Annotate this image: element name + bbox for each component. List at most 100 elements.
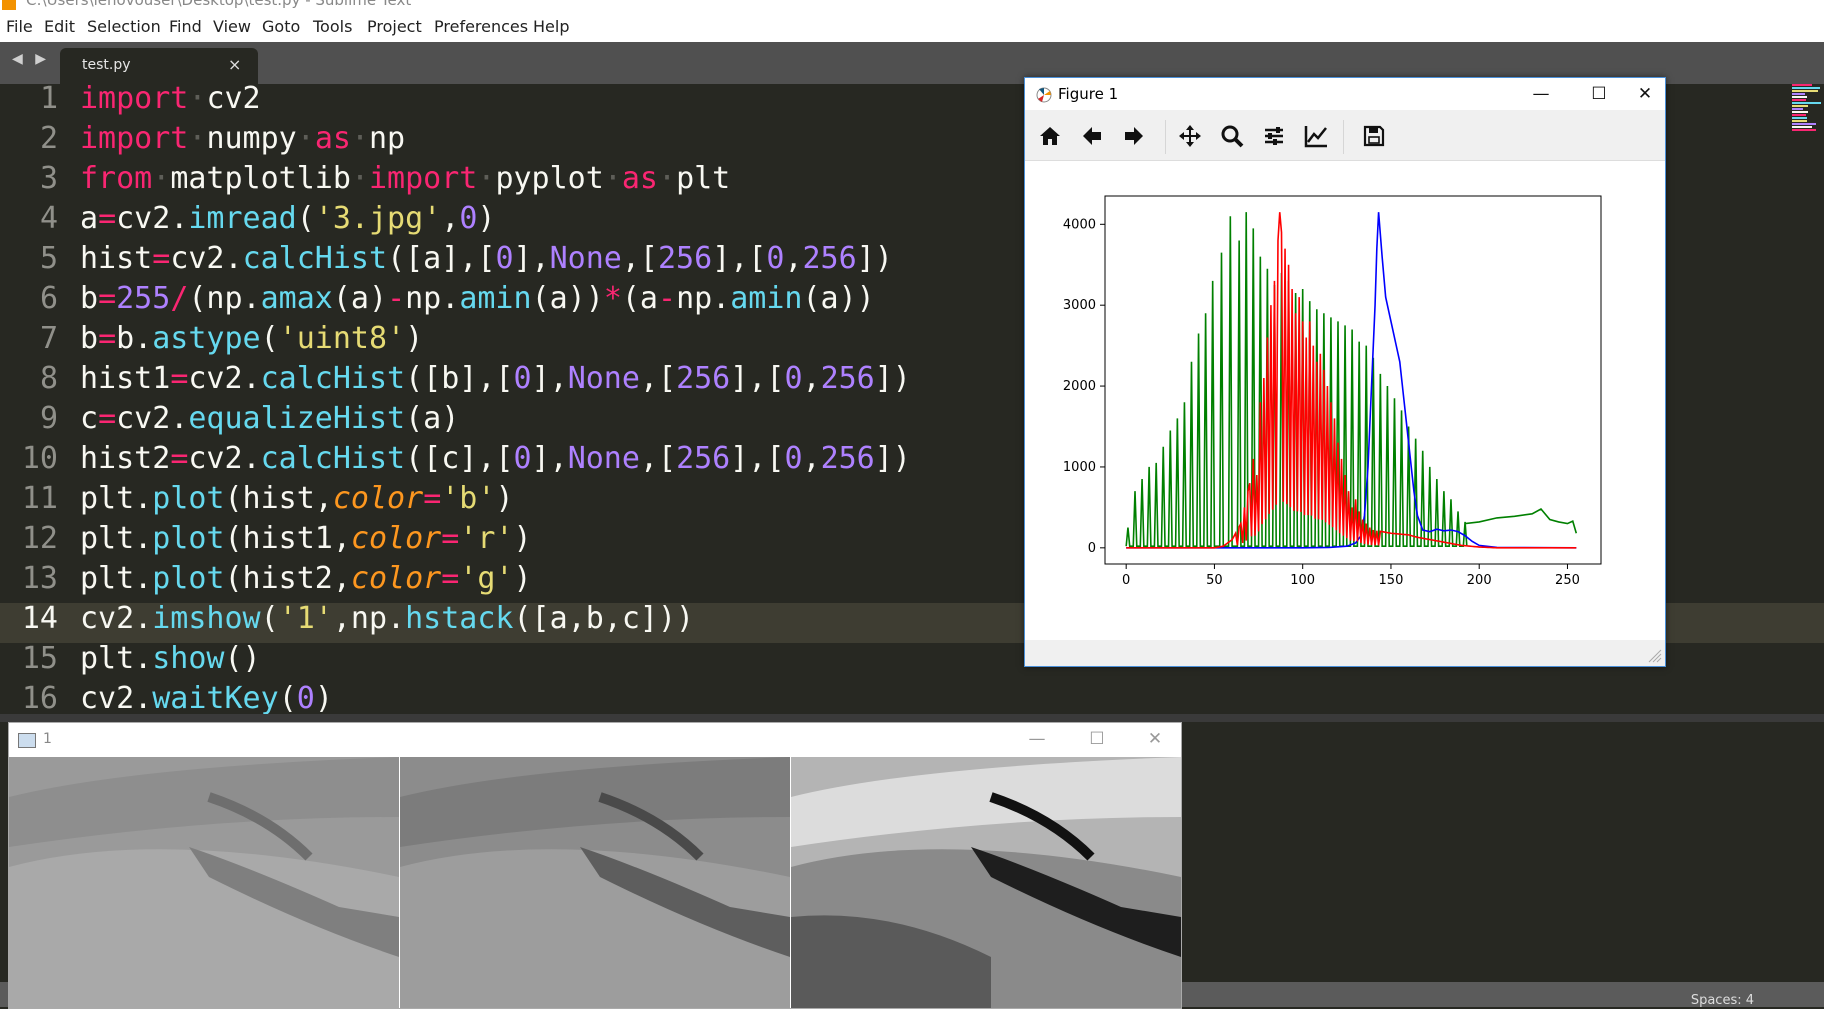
window-title-bar: C:\Users\lenovouser\Desktop\test.py - Su… [0, 0, 1824, 12]
code-line[interactable]: c=cv2.equalizeHist(a) [80, 401, 459, 436]
menu-selection[interactable]: Selection [87, 17, 161, 36]
line-number: 3 [39, 161, 58, 196]
line-number: 15 [21, 641, 58, 676]
figure-toolbar [1025, 110, 1665, 161]
code-line[interactable]: cv2.waitKey(0) [80, 681, 333, 714]
menu-tools[interactable]: Tools [313, 17, 352, 36]
sublime-app-icon [2, 0, 16, 10]
opencv-image-window: 1 — ☐ ✕ [8, 722, 1182, 1009]
figure-title-bar: Figure 1 — ☐ ✕ [1025, 78, 1665, 110]
histogram-chart: 0 50 100 150 200 250 0 1000 2000 3000 4000 [1063, 195, 1602, 588]
minimap-line [1792, 105, 1808, 107]
edit-axis-icon[interactable] [1303, 123, 1329, 149]
opencv-window-title: 1 [43, 731, 52, 747]
tab-test-py[interactable]: test.py × [60, 48, 258, 84]
tab-nav-arrows[interactable]: ◀ ▶ [12, 51, 50, 67]
figure-minimize-button[interactable]: — [1513, 81, 1569, 107]
code-line[interactable]: plt.plot(hist2,color='g') [80, 561, 532, 596]
tab-label: test.py [82, 57, 131, 73]
code-line[interactable]: import·numpy·as·np [80, 121, 405, 156]
line-number: 16 [21, 681, 58, 714]
x-tick-label: 150 [1379, 573, 1404, 588]
line-number: 4 [39, 201, 58, 236]
opencv-window-icon [18, 733, 36, 748]
figure-title: Figure 1 [1058, 85, 1119, 103]
line-number: 1 [39, 84, 58, 116]
minimap-line [1792, 84, 1812, 86]
figure-window: Figure 1 — ☐ ✕ 0 50 100 150 200 250 0 10… [1024, 77, 1666, 667]
line-number: 5 [39, 241, 58, 276]
minimap[interactable] [1792, 84, 1822, 131]
menu-help[interactable]: Help [533, 17, 569, 36]
minimap-line [1792, 114, 1806, 116]
minimap-line [1792, 99, 1806, 101]
line-number: 11 [21, 481, 58, 516]
menu-goto[interactable]: Goto [262, 17, 300, 36]
line-number: 13 [21, 561, 58, 596]
opencv-close-button[interactable]: ✕ [1127, 726, 1181, 752]
minimap-line [1792, 90, 1818, 92]
code-line[interactable]: plt.plot(hist,color='b') [80, 481, 514, 516]
minimap-line [1792, 126, 1812, 128]
minimap-line [1792, 117, 1807, 119]
code-line[interactable]: hist=cv2.calcHist([a],[0],None,[256],[0,… [80, 241, 893, 276]
minimap-line [1792, 120, 1807, 122]
home-icon[interactable] [1037, 123, 1063, 149]
code-line[interactable]: plt.plot(hist1,color='r') [80, 521, 532, 556]
minimap-line [1792, 87, 1820, 89]
configure-subplots-icon[interactable] [1261, 123, 1287, 149]
code-line[interactable]: a=cv2.imread('3.jpg',0) [80, 201, 495, 236]
x-tick-label: 0 [1122, 573, 1130, 588]
code-line[interactable]: from·matplotlib·import·pyplot·as·plt [80, 161, 730, 196]
original-grayscale-image [9, 757, 399, 1008]
y-tick-label: 2000 [1063, 379, 1096, 394]
minimap-line [1792, 123, 1816, 125]
resize-grip-icon[interactable] [1025, 640, 1665, 666]
code-line[interactable]: b=b.astype('uint8') [80, 321, 423, 356]
line-number: 12 [21, 521, 58, 556]
opencv-minimize-button[interactable]: — [1009, 726, 1065, 752]
code-line[interactable]: hist2=cv2.calcHist([c],[0],None,[256],[0… [80, 441, 911, 476]
menu-preferences[interactable]: Preferences [434, 17, 528, 36]
code-line[interactable]: import·cv2 [80, 84, 261, 116]
forward-icon[interactable] [1121, 123, 1147, 149]
equalized-image [791, 757, 1181, 1008]
opencv-maximize-button[interactable]: ☐ [1069, 726, 1125, 752]
code-line[interactable]: b=255/(np.amax(a)-np.amin(a))*(a-np.amin… [80, 281, 875, 316]
menu-project[interactable]: Project [367, 17, 422, 36]
minimap-line [1792, 129, 1816, 131]
figure-maximize-button[interactable]: ☐ [1571, 81, 1627, 107]
y-tick-label: 4000 [1063, 217, 1096, 232]
stacked-images [9, 757, 1181, 1008]
zoom-icon[interactable] [1219, 123, 1245, 149]
back-icon[interactable] [1079, 123, 1105, 149]
menu-find[interactable]: Find [169, 17, 202, 36]
matplotlib-icon [1035, 86, 1053, 108]
code-line[interactable]: plt.show() [80, 641, 261, 676]
figure-status-bar [1025, 640, 1665, 666]
code-line[interactable]: cv2.imshow('1',np.hstack([a,b,c])) [80, 601, 694, 636]
tab-close-icon[interactable]: × [228, 55, 241, 74]
window-title: C:\Users\lenovouser\Desktop\test.py - Su… [26, 0, 412, 9]
line-number: 10 [21, 441, 58, 476]
toolbar-separator [1343, 120, 1344, 154]
line-number: 2 [39, 121, 58, 156]
save-icon[interactable] [1361, 123, 1387, 149]
stretched-image [400, 757, 790, 1008]
code-line[interactable]: hist1=cv2.calcHist([b],[0],None,[256],[0… [80, 361, 911, 396]
x-tick-label: 250 [1555, 573, 1580, 588]
pane-divider[interactable] [0, 714, 1824, 722]
menu-view[interactable]: View [213, 17, 251, 36]
x-tick-label: 100 [1290, 573, 1315, 588]
y-tick-label: 0 [1088, 541, 1096, 556]
pan-icon[interactable] [1177, 123, 1203, 149]
minimap-line [1792, 102, 1821, 104]
x-tick-label: 200 [1467, 573, 1492, 588]
line-number: 6 [39, 281, 58, 316]
figure-close-button[interactable]: ✕ [1629, 81, 1661, 107]
y-tick-label: 1000 [1063, 460, 1096, 475]
menu-edit[interactable]: Edit [44, 17, 75, 36]
menu-file[interactable]: File [6, 17, 33, 36]
status-spaces[interactable]: Spaces: 4 [1691, 993, 1754, 1008]
minimap-line [1792, 108, 1803, 110]
